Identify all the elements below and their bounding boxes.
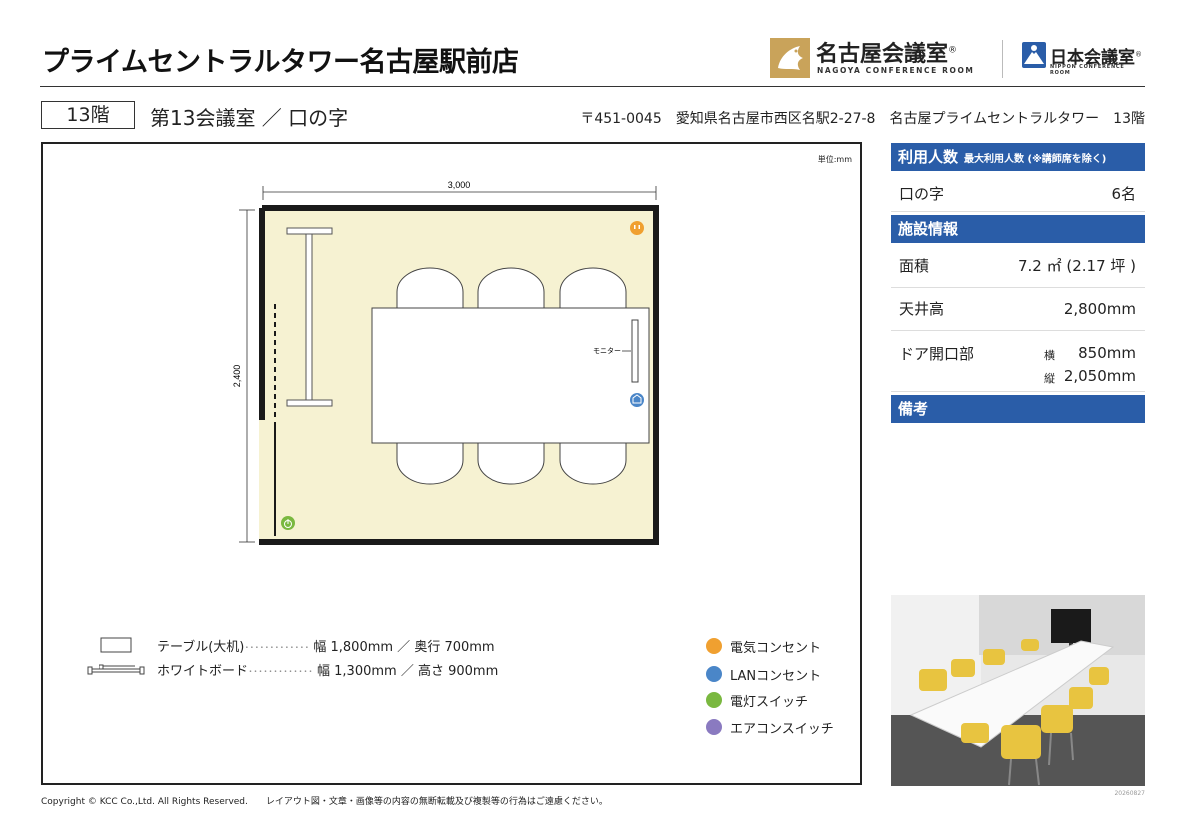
conference-table (371, 307, 650, 444)
nagoya-conference-room-logo: 名古屋会議室® NAGOYA CONFERENCE ROOM (770, 36, 990, 80)
area-row: 面積 7.2 ㎡ (2.17 坪 ) (891, 245, 1145, 288)
room-name: 第13会議室 ／ 口の字 (150, 106, 349, 130)
floor-plan: 3,000 2,400 モニター (232, 180, 659, 545)
mount-fuji-logo-icon (1022, 42, 1046, 68)
lan-outlet-icon (630, 393, 644, 407)
photo-code: 20260827 (1114, 790, 1145, 797)
room-address: 〒451-0045 愛知県名古屋市西区名駅2-27-8 名古屋プライムセントラル… (580, 111, 1145, 127)
chair-bottom-3 (559, 441, 627, 485)
room-photo (891, 595, 1145, 786)
header-divider (40, 86, 1145, 87)
legend-aircon: エアコンスイッチ (706, 718, 834, 737)
legend-light: 電灯スイッチ (706, 691, 808, 710)
chair-bottom-1 (396, 441, 464, 485)
copyright-footer: Copyright © KCC Co.,Ltd. All Rights Rese… (41, 797, 608, 807)
monitor (631, 319, 639, 383)
capacity-header: 利用人数 最大利用人数 (※講師席を除く) (891, 143, 1145, 171)
nagoya-shachi-logo-icon (770, 38, 810, 78)
notes-header: 備考 (891, 395, 1145, 423)
nippon-logo-sub: NIPPON CONFERENCE ROOM (1050, 64, 1125, 76)
light-switch-icon (281, 516, 295, 530)
page-title: プライムセントラルタワー名古屋駅前店 (42, 47, 519, 78)
legend-power: 電気コンセント (706, 637, 821, 656)
nagoya-logo-sub: NAGOYA CONFERENCE ROOM (817, 66, 975, 75)
height-dimension-label: 2,400 (232, 365, 242, 388)
legend-table: テーブル(大机)･････････････幅 1,800mm ／ 奥行 700m… (157, 640, 495, 655)
width-dimension-label: 3,000 (448, 180, 471, 190)
floor-plan-frame: 単位:mm 3,000 2,400 モニター テーブル(大机)･････････… (41, 142, 862, 785)
nagoya-logo-name: 名古屋会議室® (816, 42, 958, 67)
light-switch-icon (706, 692, 722, 708)
logo-divider (1002, 40, 1003, 78)
aircon-switch-icon (706, 719, 722, 735)
capacity-row: 口の字 6名 (891, 177, 1145, 212)
whiteboard-legend-icon (87, 666, 145, 675)
power-outlet-icon (630, 221, 644, 235)
floor-badge: 13階 (41, 101, 135, 129)
facility-header: 施設情報 (891, 215, 1145, 243)
power-outlet-icon (706, 638, 722, 654)
nippon-conference-room-logo: 日本会議室® NIPPON CONFERENCE ROOM (1022, 42, 1147, 76)
door-row: ドア開口部 横 850mm 縦 2,050mm (891, 331, 1145, 392)
ceiling-row: 天井高 2,800mm (891, 288, 1145, 331)
legend-lan: LANコンセント (706, 665, 821, 684)
legend-whiteboard: ホワイトボード･････････････幅 1,300mm ／ 高さ 900mm (157, 664, 499, 679)
chair-bottom-2 (477, 441, 545, 485)
monitor-label: モニター (593, 346, 621, 355)
lan-outlet-icon (706, 666, 722, 682)
